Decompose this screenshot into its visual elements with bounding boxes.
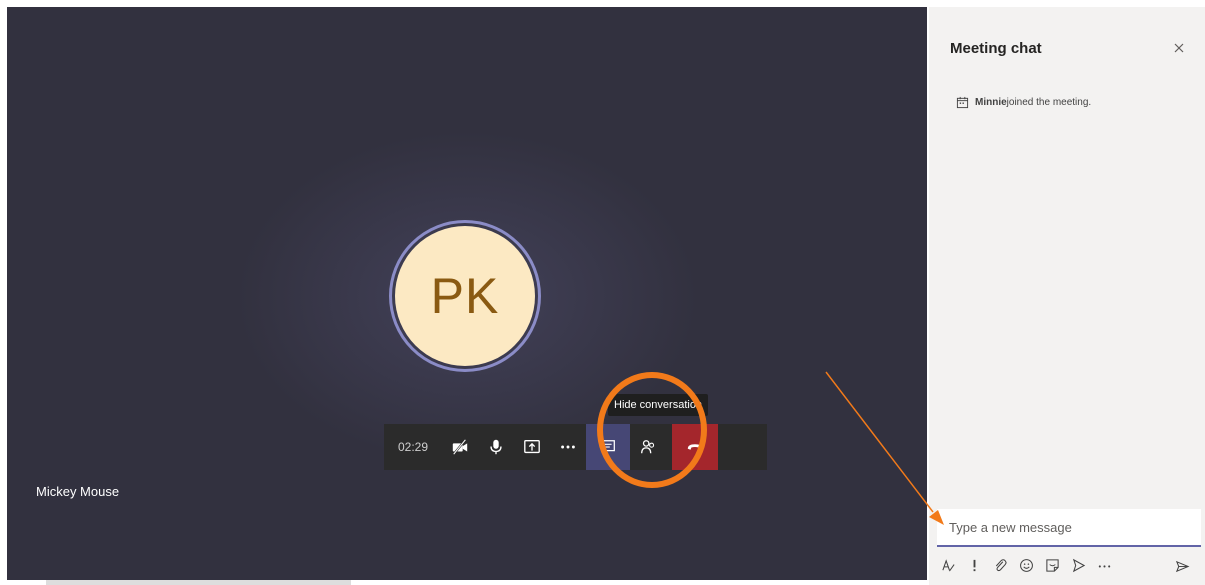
format-button[interactable]: [937, 554, 959, 576]
send-icon: [1175, 560, 1189, 572]
camera-off-button[interactable]: [442, 424, 478, 470]
call-toolbar: 02:29: [384, 424, 767, 470]
important-button[interactable]: [963, 554, 985, 576]
more-icon: [1098, 564, 1110, 567]
emoji-icon: [1019, 558, 1033, 572]
participant-avatar: PK: [395, 226, 535, 366]
praise-icon: [1072, 558, 1085, 572]
avatar-ring: PK: [389, 220, 541, 372]
close-icon[interactable]: [1172, 41, 1186, 55]
chat-panel-title: Meeting chat: [950, 40, 1042, 57]
compose-toolbar: [937, 553, 1201, 577]
format-icon: [941, 558, 955, 571]
send-button[interactable]: [1171, 555, 1193, 577]
microphone-button[interactable]: [478, 424, 514, 470]
share-screen-icon: [524, 440, 540, 454]
calendar-icon: [956, 96, 969, 109]
attach-button[interactable]: [989, 554, 1011, 576]
attach-icon: [995, 558, 1007, 571]
sticker-icon: [1045, 558, 1059, 572]
chat-event: Minnie joined the meeting.: [956, 96, 1091, 109]
sticker-button[interactable]: [1041, 554, 1063, 576]
event-text: joined the meeting.: [1006, 97, 1092, 108]
emoji-button[interactable]: [1015, 554, 1037, 576]
message-input[interactable]: [947, 509, 1191, 545]
share-screen-button[interactable]: [514, 424, 550, 470]
meeting-chat-panel: Meeting chat Minnie joined the meeting.: [929, 7, 1205, 585]
camera-off-icon: [452, 439, 468, 455]
compose-box[interactable]: [937, 509, 1201, 547]
praise-button[interactable]: [1067, 554, 1089, 576]
microphone-icon: [490, 439, 502, 455]
participant-name: Mickey Mouse: [36, 484, 120, 499]
call-timer: 02:29: [397, 440, 429, 454]
event-person-name: Minnie: [975, 97, 1007, 108]
important-icon: [973, 559, 975, 571]
video-stage: PK Mickey Mouse 02:29 Hide conversation: [7, 7, 927, 580]
more-options-icon: [561, 445, 575, 449]
more-button[interactable]: [1093, 554, 1115, 576]
window-bottom-edge: [46, 580, 351, 585]
more-options-button[interactable]: [550, 424, 586, 470]
annotation-circle: [597, 372, 707, 488]
